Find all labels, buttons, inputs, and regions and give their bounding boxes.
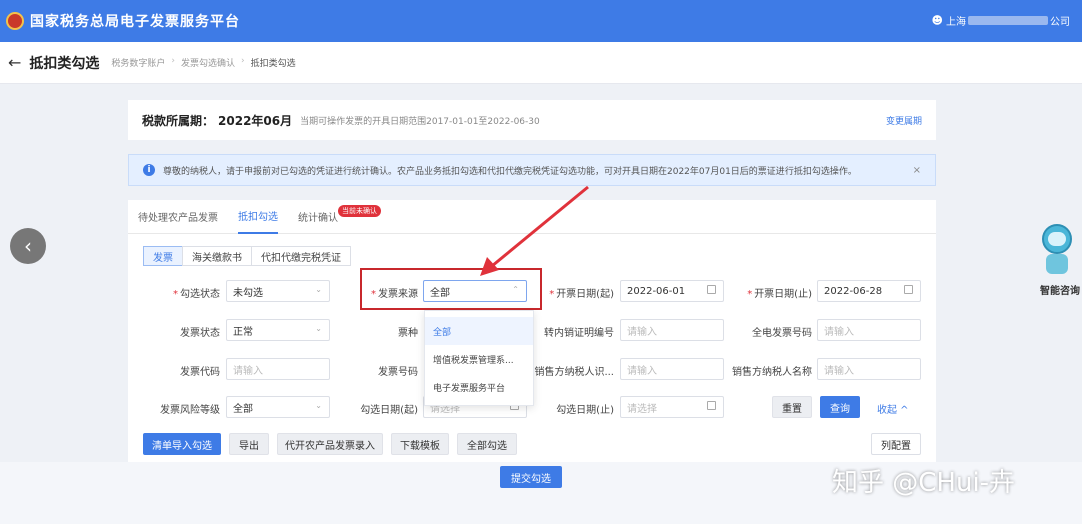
invoice-code-label: 发票代码: [180, 367, 220, 378]
subtab-customs[interactable]: 海关缴款书: [182, 246, 252, 266]
check-status-select[interactable]: 未勾选 ⌄: [226, 280, 330, 302]
risk-level-label: 发票风险等级: [160, 405, 220, 416]
reset-button[interactable]: 重置: [772, 396, 812, 418]
tab-label: 统计确认: [298, 213, 338, 224]
einvoice-no-input[interactable]: 请输入: [817, 319, 921, 341]
tax-period-card: 税款所属期： 2022年06月 当期可操作发票的开具日期范围2017-01-01…: [128, 100, 936, 140]
page-header: ← 抵扣类勾选 税务数字账户 › 发票勾选确认 › 抵扣类勾选: [0, 42, 1082, 84]
invoice-code-input[interactable]: 请输入: [226, 358, 330, 380]
assistant-label[interactable]: 智能咨询: [1040, 282, 1080, 297]
column-config-button[interactable]: 列配置: [871, 433, 921, 455]
breadcrumb: 税务数字账户 › 发票勾选确认 › 抵扣类勾选: [111, 56, 295, 69]
breadcrumb-item[interactable]: 发票勾选确认: [181, 56, 235, 69]
notice-text: 尊敬的纳税人，请于申报前对已勾选的凭证进行统计确认。农产品业务抵扣勾选和代扣代缴…: [163, 166, 857, 177]
breadcrumb-separator-icon: ›: [171, 56, 176, 66]
robot-face: [1048, 232, 1066, 246]
highlight-box: [360, 268, 542, 310]
watermark-text: 知乎 @CHui-卉: [832, 468, 1016, 498]
tax-emblem-icon: [6, 12, 24, 30]
dropdown-option-einvoice-platform[interactable]: 电子发票服务平台: [425, 373, 533, 401]
change-period-link[interactable]: 变更属期: [886, 114, 922, 127]
import-check-button[interactable]: 清单导入勾选: [143, 433, 221, 455]
back-arrow-icon[interactable]: ←: [8, 53, 21, 72]
breadcrumb-current: 抵扣类勾选: [250, 59, 296, 69]
download-template-button[interactable]: 下载模板: [391, 433, 449, 455]
carousel-prev-button[interactable]: ‹: [10, 228, 46, 264]
assistant-robot-icon[interactable]: [1036, 218, 1076, 278]
robot-body: [1046, 254, 1068, 274]
seller-name-label: 销售方纳税人名称: [732, 367, 812, 378]
agri-invoice-entry-button[interactable]: 代开农产品发票录入: [277, 433, 383, 455]
select-all-button[interactable]: 全部勾选: [457, 433, 517, 455]
collapse-toggle[interactable]: 收起 ^: [877, 401, 909, 416]
issue-date-start-input[interactable]: 2022-06-01: [620, 280, 724, 302]
tab-bar: 待处理农产品发票 抵扣勾选 统计确认 当前未确认: [128, 200, 936, 234]
seller-name-input[interactable]: 请输入: [817, 358, 921, 380]
user-icon: ☻: [931, 14, 943, 27]
period-hint: 当期可操作发票的开具日期范围2017-01-01至2022-06-30: [300, 116, 540, 127]
subtab-withholding[interactable]: 代扣代缴完税凭证: [251, 246, 351, 266]
chevron-down-icon: ⌄: [315, 324, 322, 333]
check-status-label: * 勾选状态: [173, 289, 220, 300]
invoice-type-label: 票种: [398, 328, 418, 339]
close-icon[interactable]: ×: [913, 165, 921, 176]
user-info[interactable]: ☻ 上海 公司: [932, 13, 1070, 28]
check-date-end-input[interactable]: 请选择: [620, 396, 724, 418]
einvoice-no-label: 全电发票号码: [752, 328, 812, 339]
issue-date-end-label: * 开票日期(止): [747, 289, 812, 300]
check-date-start-label: 勾选日期(起): [360, 405, 418, 416]
tab-deduction-check[interactable]: 抵扣勾选: [238, 200, 278, 234]
app-title: 国家税务总局电子发票服务平台: [30, 14, 240, 30]
transfer-no-input[interactable]: 请输入: [620, 319, 724, 341]
breadcrumb-separator-icon: ›: [241, 56, 245, 66]
calendar-icon: [904, 285, 913, 294]
user-name-prefix: 上海: [946, 17, 966, 28]
export-button[interactable]: 导出: [229, 433, 269, 455]
chevron-down-icon: ⌄: [315, 285, 322, 294]
status-badge: 当前未确认: [338, 204, 381, 217]
invoice-source-dropdown: 全部 增值税发票管理系... 电子发票服务平台: [424, 310, 534, 406]
user-name-redacted: [968, 16, 1048, 25]
chevron-left-icon: ‹: [24, 234, 32, 258]
seller-taxid-input[interactable]: 请输入: [620, 358, 724, 380]
page-title: 抵扣类勾选: [29, 55, 100, 72]
tab-stat-confirm[interactable]: 统计确认 当前未确认: [298, 200, 381, 234]
top-bar: 国家税务总局电子发票服务平台 ☻ 上海 公司: [0, 0, 1082, 42]
subtab-invoice[interactable]: 发票: [143, 246, 183, 266]
submit-check-button[interactable]: 提交勾选: [500, 466, 562, 488]
period-value: 2022年06月: [218, 113, 293, 128]
invoice-status-select[interactable]: 正常 ⌄: [226, 319, 330, 341]
calendar-icon: [707, 285, 716, 294]
chevron-down-icon: ⌄: [315, 401, 322, 410]
dropdown-option-vat-system[interactable]: 增值税发票管理系...: [425, 345, 533, 373]
invoice-status-label: 发票状态: [180, 328, 220, 339]
query-button[interactable]: 查询: [820, 396, 860, 418]
period-label: 税款所属期：: [142, 113, 215, 128]
issue-date-end-input[interactable]: 2022-06-28: [817, 280, 921, 302]
info-icon: i: [143, 164, 155, 176]
tab-pending-agri[interactable]: 待处理农产品发票: [138, 200, 218, 234]
calendar-icon: [707, 401, 716, 410]
risk-level-select[interactable]: 全部 ⌄: [226, 396, 330, 418]
breadcrumb-item[interactable]: 税务数字账户: [111, 56, 165, 69]
notice-banner: i 尊敬的纳税人，请于申报前对已勾选的凭证进行统计确认。农产品业务抵扣勾选和代扣…: [128, 154, 936, 186]
dropdown-option-all[interactable]: 全部: [425, 317, 533, 345]
subtab-group: 发票 海关缴款书 代扣代缴完税凭证: [143, 246, 351, 266]
invoice-no-label: 发票号码: [378, 367, 418, 378]
user-name-suffix: 公司: [1050, 17, 1070, 28]
